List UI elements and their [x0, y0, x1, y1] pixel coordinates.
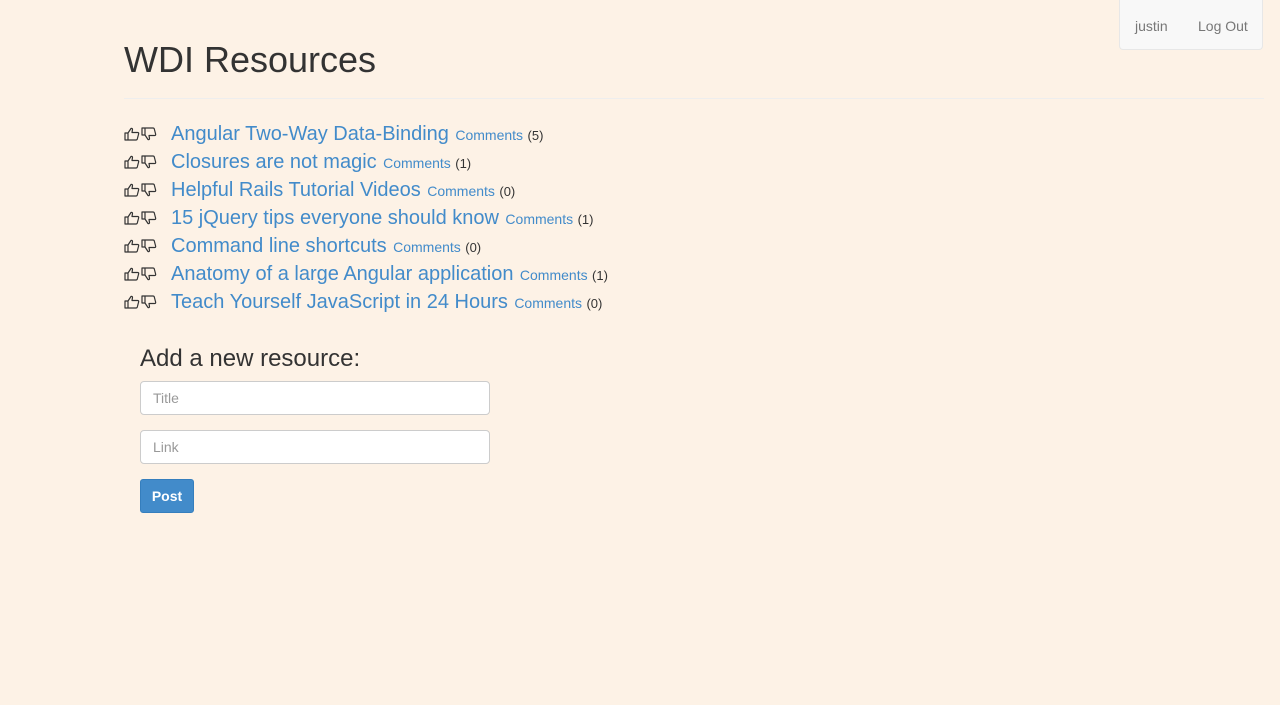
resource-item: Closures are not magic Comments (1): [124, 148, 608, 176]
comment-count: (1): [592, 268, 608, 283]
thumbs-down-icon[interactable]: [141, 211, 157, 225]
comments-link[interactable]: Comments: [505, 211, 573, 227]
resource-title-link[interactable]: Command line shortcuts: [171, 235, 387, 257]
resource-title-link[interactable]: Anatomy of a large Angular application: [171, 263, 513, 285]
add-resource-heading: Add a new resource:: [140, 345, 361, 372]
resource-list: Angular Two-Way Data-Binding Comments (5…: [124, 120, 608, 316]
comment-count: (0): [499, 184, 516, 199]
resource-title-link[interactable]: Teach Yourself JavaScript in 24 Hours: [171, 291, 508, 313]
thumbs-down-icon[interactable]: [141, 155, 157, 169]
thumbs-up-icon[interactable]: [124, 211, 140, 225]
thumbs-up-icon[interactable]: [124, 155, 140, 169]
post-button[interactable]: Post: [140, 479, 194, 513]
comments-link[interactable]: Comments: [427, 183, 495, 199]
comments-link[interactable]: Comments: [455, 127, 523, 143]
resource-title-link[interactable]: 15 jQuery tips everyone should know: [171, 207, 499, 229]
title-divider: [124, 98, 1264, 99]
link-input[interactable]: [140, 430, 490, 464]
thumbs-down-icon[interactable]: [141, 183, 157, 197]
comment-count: (0): [586, 296, 603, 311]
thumbs-up-icon[interactable]: [124, 267, 140, 281]
title-input[interactable]: [140, 381, 490, 415]
resource-item: Helpful Rails Tutorial Videos Comments (…: [124, 176, 608, 204]
nav-username[interactable]: justin: [1135, 17, 1168, 35]
thumbs-up-icon[interactable]: [124, 127, 140, 141]
comments-link[interactable]: Comments: [393, 239, 461, 255]
logout-link[interactable]: Log Out: [1198, 17, 1248, 35]
thumbs-down-icon[interactable]: [141, 239, 157, 253]
thumbs-down-icon[interactable]: [141, 267, 157, 281]
comments-link[interactable]: Comments: [383, 155, 451, 171]
comments-link[interactable]: Comments: [520, 267, 588, 283]
resource-title-link[interactable]: Helpful Rails Tutorial Videos: [171, 179, 421, 201]
resource-item: Teach Yourself JavaScript in 24 Hours Co…: [124, 288, 608, 316]
top-nav: justin Log Out: [1119, 0, 1263, 50]
page-title: WDI Resources: [124, 39, 377, 80]
thumbs-up-icon[interactable]: [124, 183, 140, 197]
thumbs-up-icon[interactable]: [124, 239, 140, 253]
resource-title-link[interactable]: Angular Two-Way Data-Binding: [171, 123, 449, 145]
resource-item: Anatomy of a large Angular application C…: [124, 260, 608, 288]
resource-item: Command line shortcuts Comments (0): [124, 232, 608, 260]
comment-count: (1): [455, 156, 472, 171]
thumbs-up-icon[interactable]: [124, 295, 140, 309]
thumbs-down-icon[interactable]: [141, 127, 157, 141]
comments-link[interactable]: Comments: [514, 295, 582, 311]
comment-count: (1): [577, 212, 594, 227]
resource-item: 15 jQuery tips everyone should know Comm…: [124, 204, 608, 232]
resource-title-link[interactable]: Closures are not magic: [171, 151, 377, 173]
comment-count: (0): [465, 240, 482, 255]
thumbs-down-icon[interactable]: [141, 295, 157, 309]
comment-count: (5): [527, 128, 544, 143]
resource-item: Angular Two-Way Data-Binding Comments (5…: [124, 120, 608, 148]
